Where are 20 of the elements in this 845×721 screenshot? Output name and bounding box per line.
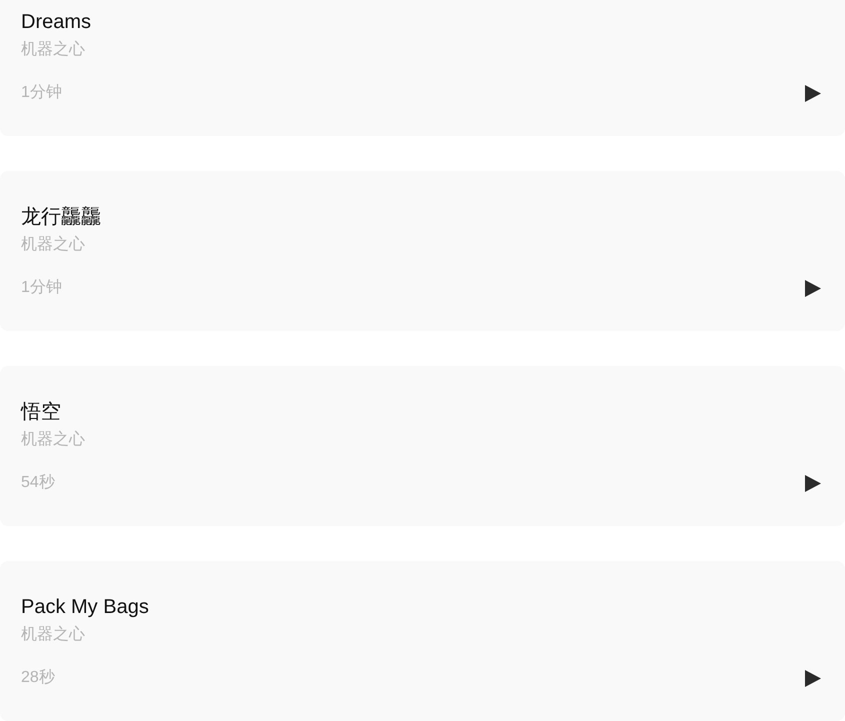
track-title: Pack My Bags	[21, 595, 150, 620]
play-icon[interactable]	[805, 84, 821, 102]
play-icon[interactable]	[805, 474, 821, 492]
track-author: 机器之心	[21, 430, 86, 450]
track-author: 机器之心	[21, 624, 86, 645]
track-author: 机器之心	[21, 40, 86, 60]
track-title: Dreams	[21, 10, 92, 35]
track-card[interactable]: Pack My Bags 机器之心 28秒	[0, 561, 845, 721]
play-icon[interactable]	[805, 280, 821, 296]
play-icon[interactable]	[805, 670, 821, 686]
track-duration: 1分钟	[21, 83, 62, 103]
track-title: 龙行龘龘	[21, 205, 102, 230]
track-card[interactable]: 悟空 机器之心 54秒	[0, 366, 845, 526]
track-card[interactable]: 龙行龘龘 机器之心 1分钟	[0, 171, 845, 331]
track-author: 机器之心	[21, 234, 86, 255]
track-duration: 1分钟	[21, 278, 62, 298]
track-duration: 54秒	[21, 473, 55, 493]
track-card[interactable]: Dreams 机器之心 1分钟	[0, 0, 845, 136]
track-duration: 28秒	[21, 668, 55, 688]
track-title: 悟空	[21, 400, 62, 425]
